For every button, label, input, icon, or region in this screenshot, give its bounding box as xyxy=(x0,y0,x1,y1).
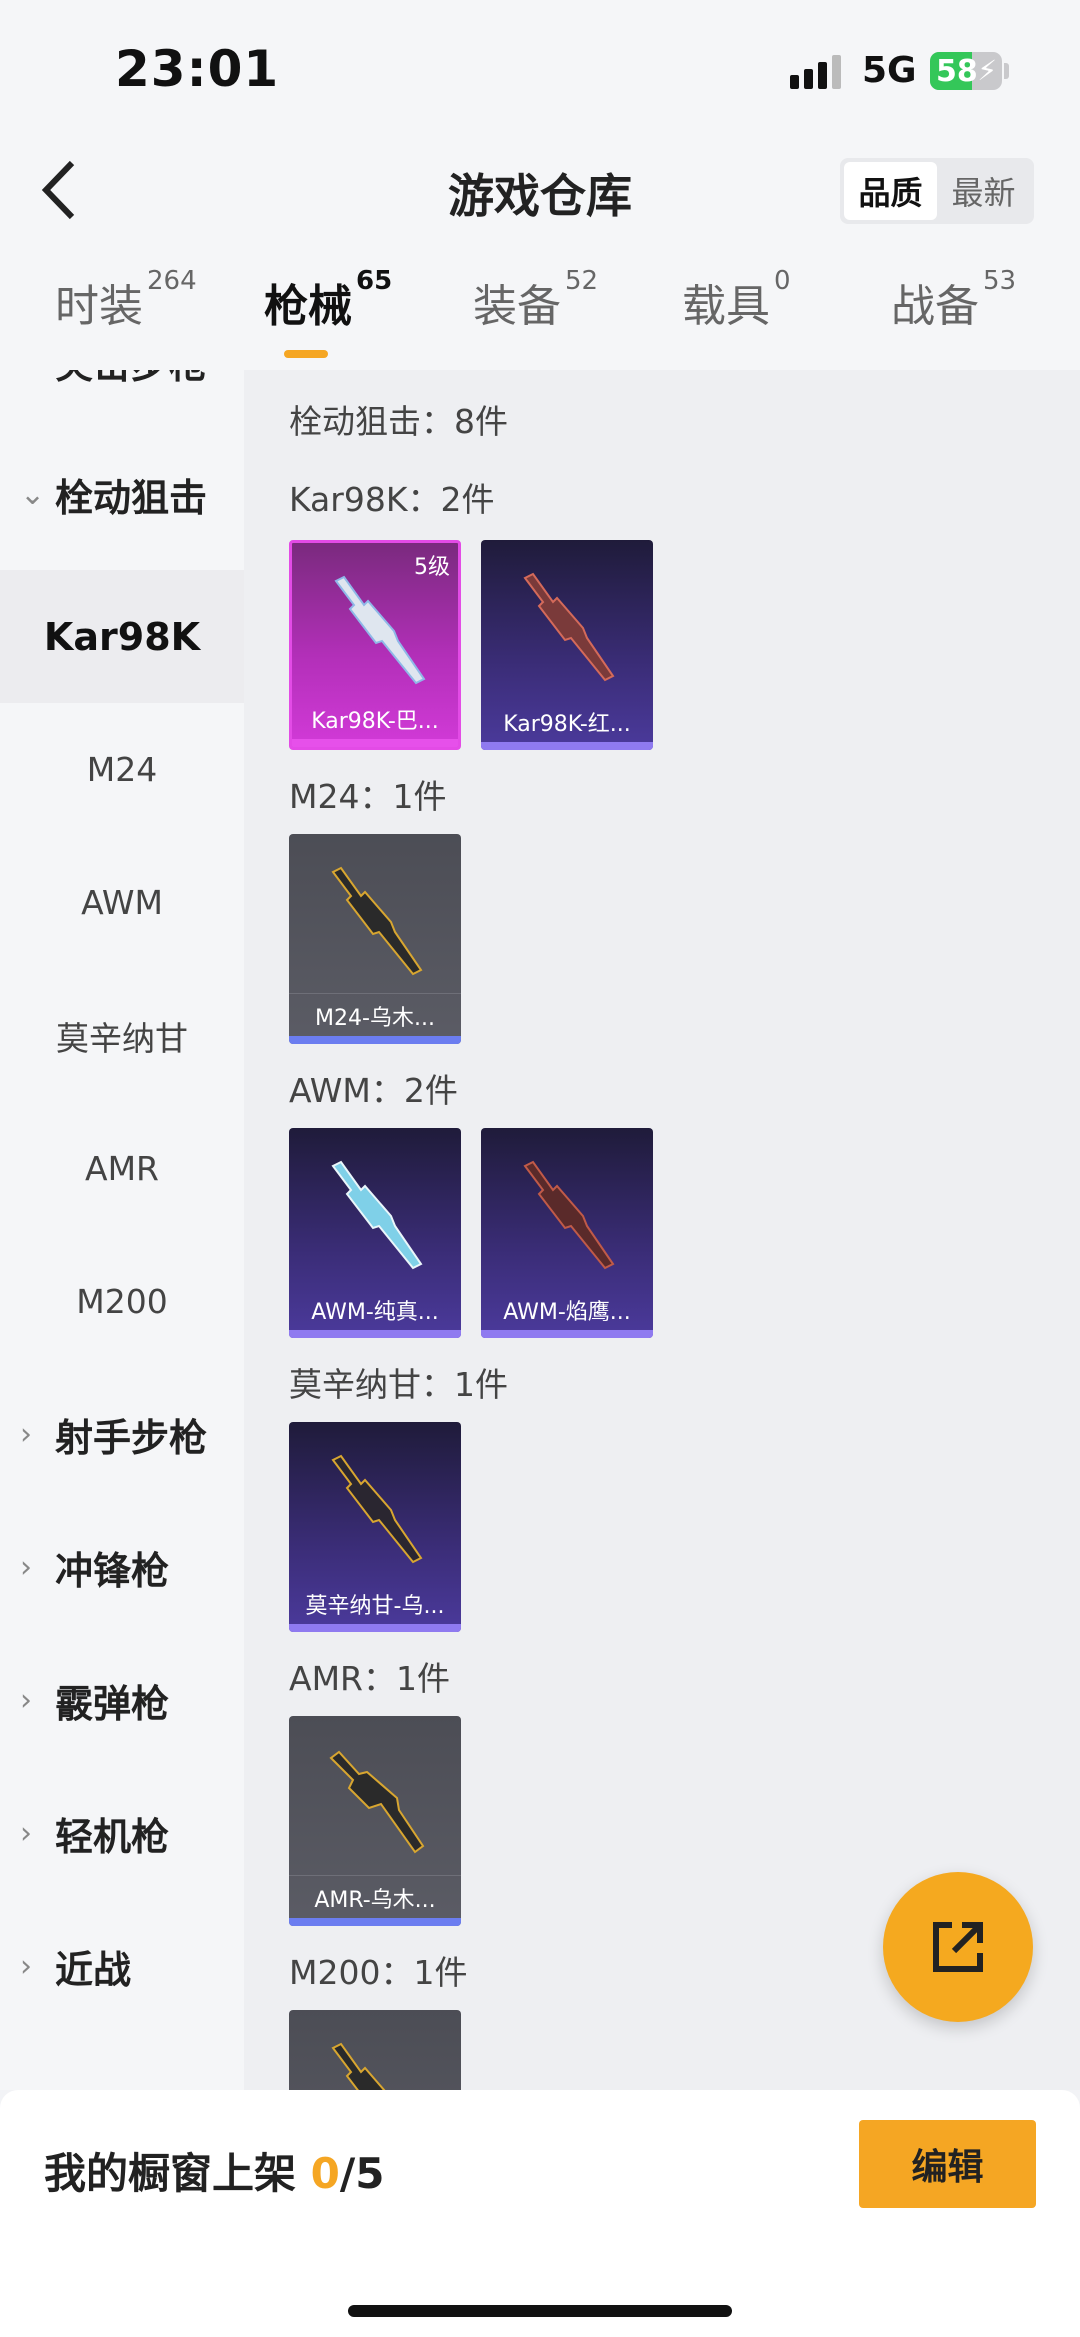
chevron-right-icon: › xyxy=(20,370,32,379)
item-card[interactable]: M24-乌木... xyxy=(289,834,461,1044)
tab-fashion[interactable]: 时装 264 xyxy=(55,266,197,370)
item-card[interactable] xyxy=(289,2010,461,2090)
section-label-amr: AMR：1件 xyxy=(289,1659,450,1698)
sidebar-item-assault-rifles[interactable]: › 突击步枪 xyxy=(0,370,244,428)
section-label-mosin: 莫辛纳甘：1件 xyxy=(289,1365,508,1404)
battery-icon: 58 ⚡ xyxy=(930,52,1002,90)
section-label-kar98k: Kar98K：2件 xyxy=(289,480,495,519)
chevron-right-icon: › xyxy=(20,1417,32,1452)
signal-icon xyxy=(790,55,846,89)
sort-by-quality[interactable]: 品质 xyxy=(844,162,937,220)
section-label-m24: M24：1件 xyxy=(289,777,447,816)
tab-guns[interactable]: 枪械 65 xyxy=(264,266,392,370)
sidebar-item-shotgun[interactable]: › 霰弹枪 xyxy=(0,1634,244,1767)
sort-toggle[interactable]: 品质 最新 xyxy=(840,158,1034,224)
sidebar-item-amr[interactable]: AMR xyxy=(0,1102,244,1235)
item-card[interactable]: 5级 Kar98K-巴... xyxy=(289,540,461,750)
sidebar-item-awm[interactable]: AWM xyxy=(0,836,244,969)
rifle-icon xyxy=(331,1454,423,1564)
category-summary: 栓动狙击：8件 xyxy=(289,402,508,441)
home-indicator[interactable] xyxy=(348,2305,732,2317)
section-label-m200: M200：1件 xyxy=(289,1953,468,1992)
chevron-right-icon: › xyxy=(20,1816,32,1851)
chevron-right-icon: › xyxy=(20,1550,32,1585)
share-button[interactable] xyxy=(883,1872,1033,2022)
item-card[interactable]: AWM-焰鹰... xyxy=(481,1128,653,1338)
sidebar-item-m200[interactable]: M200 xyxy=(0,1235,244,1368)
sidebar-item-lmg[interactable]: › 轻机枪 xyxy=(0,1767,244,1900)
sidebar-item-melee[interactable]: › 近战 xyxy=(0,1900,244,2033)
rifle-icon xyxy=(523,1160,615,1270)
sidebar-item-mosin[interactable]: 莫辛纳甘 xyxy=(0,969,244,1102)
item-card[interactable]: AMR-乌木... xyxy=(289,1716,461,1926)
item-card[interactable]: AWM-纯真... xyxy=(289,1128,461,1338)
category-tabs: 时装 264 枪械 65 装备 52 载具 0 战备 53 xyxy=(0,266,1080,370)
rifle-icon xyxy=(334,575,426,685)
item-card[interactable]: 莫辛纳甘-乌... xyxy=(289,1422,461,1632)
section-label-awm: AWM：2件 xyxy=(289,1071,458,1110)
tab-supplies[interactable]: 战备 53 xyxy=(891,266,1016,370)
share-icon xyxy=(933,1922,983,1972)
item-grid[interactable]: 栓动狙击：8件 Kar98K：2件 5级 Kar98K-巴... Kar98K-… xyxy=(244,370,1080,2090)
edit-button[interactable]: 编辑 xyxy=(859,2120,1036,2208)
showcase-status: 我的橱窗上架 0/5 xyxy=(44,2149,385,2198)
clock: 23:01 xyxy=(115,40,280,98)
network-type: 5G xyxy=(862,50,917,91)
tab-equipment[interactable]: 装备 52 xyxy=(473,266,598,370)
sidebar-item-bolt-sniper[interactable]: ⌄ 栓动狙击 xyxy=(0,428,244,561)
category-sidebar[interactable]: › 突击步枪 ⌄ 栓动狙击 Kar98K M24 AWM 莫辛纳甘 AMR M2… xyxy=(0,370,244,2090)
rifle-icon xyxy=(331,2042,386,2090)
sidebar-item-kar98k[interactable]: Kar98K xyxy=(0,570,244,703)
battery-level: 58 xyxy=(936,54,978,89)
sidebar-item-smg[interactable]: › 冲锋枪 xyxy=(0,1501,244,1634)
status-bar: 23:01 5G 58 ⚡ xyxy=(0,0,1080,140)
active-tab-indicator xyxy=(284,350,328,358)
rifle-icon xyxy=(331,1160,423,1270)
item-card[interactable]: Kar98K-红... xyxy=(481,540,653,750)
sort-by-newest[interactable]: 最新 xyxy=(937,162,1030,220)
sidebar-item-marksman[interactable]: › 射手步枪 xyxy=(0,1368,244,1501)
chevron-down-icon: ⌄ xyxy=(20,477,46,512)
rifle-icon xyxy=(329,1750,425,1854)
chevron-right-icon: › xyxy=(20,1683,32,1718)
sidebar-item-m24[interactable]: M24 xyxy=(0,703,244,836)
tab-vehicles[interactable]: 载具 0 xyxy=(682,266,791,370)
rifle-icon xyxy=(523,572,615,682)
bottom-bar: 我的橱窗上架 0/5 编辑 xyxy=(0,2090,1080,2337)
rifle-icon xyxy=(331,866,423,976)
chevron-right-icon: › xyxy=(20,1949,32,1984)
